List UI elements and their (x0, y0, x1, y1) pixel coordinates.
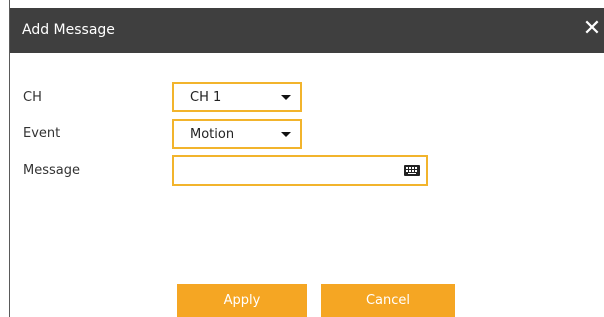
event-label: Event (23, 126, 61, 141)
message-input[interactable] (172, 155, 428, 186)
dialog-titlebar: Add Message ✕ (10, 8, 604, 53)
dialog-title: Add Message (22, 22, 115, 38)
add-message-dialog: Add Message ✕ CH CH 1 Event Motion Messa… (9, 0, 604, 317)
event-select[interactable]: Motion (172, 119, 302, 149)
chevron-down-icon (281, 132, 291, 137)
keyboard-icon[interactable] (404, 165, 420, 176)
ch-select[interactable]: CH 1 (172, 82, 302, 112)
apply-button[interactable]: Apply (177, 284, 307, 317)
close-icon[interactable]: ✕ (582, 18, 602, 40)
cancel-button[interactable]: Cancel (321, 284, 455, 317)
chevron-down-icon (281, 95, 291, 100)
event-select-value: Motion (190, 127, 235, 142)
ch-select-value: CH 1 (190, 90, 222, 105)
ch-label: CH (23, 90, 42, 105)
message-label: Message (23, 163, 80, 178)
